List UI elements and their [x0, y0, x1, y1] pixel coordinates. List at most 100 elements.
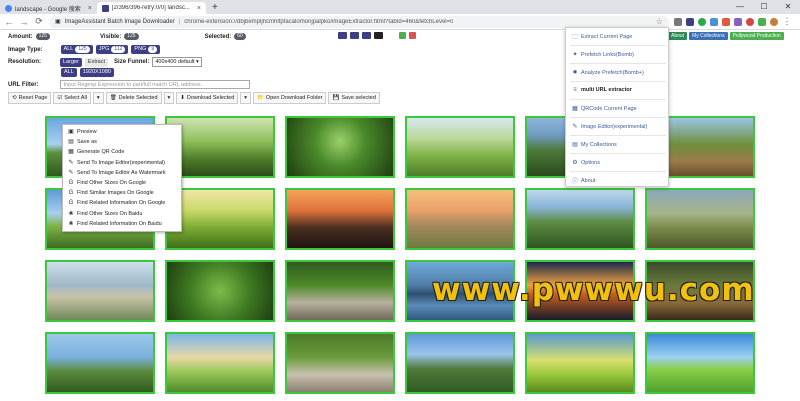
forward-arrow-icon[interactable]: → [19, 17, 29, 27]
my-collections-tab[interactable]: My Collections [689, 32, 728, 40]
image-thumbnail[interactable] [285, 116, 395, 178]
image-thumbnail[interactable] [165, 332, 275, 394]
reset-page-button[interactable]: ⟲ Reset Page [8, 92, 52, 104]
popup-multi-url-label: multi URL extractor [581, 87, 632, 93]
preview-icon: ▣ [68, 129, 74, 135]
type-filter-all-count: 125 [75, 46, 90, 53]
flag-icon[interactable] [338, 32, 347, 39]
close-tab-icon[interactable]: × [197, 5, 201, 12]
extension-icon[interactable] [734, 17, 742, 26]
tab-image-assistant[interactable]: [2/396/396-retry:0/0] landsc... × [96, 2, 206, 14]
close-window-button[interactable]: ✕ [776, 0, 800, 14]
image-thumbnail[interactable] [45, 260, 155, 322]
image-thumbnail[interactable] [405, 188, 515, 250]
type-filter-jpg[interactable]: JPG 112 [95, 45, 129, 54]
ctx-generate-qr-label: Generate QR Code [77, 149, 125, 156]
delete-selected-button[interactable]: 🗑 Delete Selected [105, 92, 162, 104]
save-selected-button[interactable]: 💾 Save selected [328, 92, 380, 104]
popup-options[interactable]: ⚙ Options [572, 159, 600, 167]
grid-view-icon[interactable] [362, 32, 371, 39]
thumbnail-image [167, 118, 273, 176]
open-download-folder-button[interactable]: 📁 Open Download Folder [253, 92, 327, 104]
address-bar[interactable]: ▣ ImageAssistant Batch Image Downloader … [49, 15, 669, 28]
extension-icon[interactable] [698, 17, 706, 26]
list-view-icon[interactable] [350, 32, 359, 39]
image-thumbnail[interactable] [165, 260, 275, 322]
select-all-button[interactable]: ☑ Select All [53, 92, 91, 104]
close-tab-icon[interactable]: × [88, 5, 92, 12]
ctx-send-as-watermark-label: Send To Image Editor As Watermark [77, 169, 166, 176]
maximize-button[interactable]: ☐ [752, 0, 776, 14]
ctx-generate-qr[interactable]: ▦ Generate QR Code [63, 147, 181, 157]
new-tab-button[interactable]: + [206, 2, 224, 14]
image-thumbnail[interactable] [525, 188, 635, 250]
image-thumbnail[interactable] [45, 332, 155, 394]
thumbnail-image [167, 334, 273, 392]
extension-icon[interactable] [674, 17, 682, 26]
type-filter-png[interactable]: PNG 9 [131, 45, 161, 54]
resolution-label: Resolution: [8, 59, 41, 65]
extension-icon[interactable] [722, 17, 730, 26]
popup-multi-url-extractor[interactable]: ≡ multi URL extractor [572, 87, 632, 93]
popup-my-collections[interactable]: ▤ My Collections [572, 141, 617, 149]
image-thumbnail[interactable] [405, 332, 515, 394]
thumbnail-image [167, 190, 273, 248]
popup-analyze-prefetch[interactable]: ✸ Analyze Prefetch(Bomb+) [572, 69, 643, 77]
ctx-preview[interactable]: ▣ Preview [63, 127, 181, 137]
image-thumbnail[interactable] [645, 332, 755, 394]
reload-icon[interactable]: ⟳ [34, 16, 44, 27]
ctx-google-other-sizes[interactable]: G Find Other Sizes On Google [63, 178, 181, 188]
ctx-google-similar[interactable]: G Find Similar Images On Google [63, 188, 181, 198]
image-thumbnail[interactable] [285, 260, 395, 322]
resolution-chip-1920x1080[interactable]: 1920X1080 [79, 68, 114, 77]
popup-about[interactable]: ⓘ About [572, 176, 595, 186]
size-funnel-select[interactable]: 400x400 default ▾ [152, 57, 202, 67]
bookmark-star-icon[interactable]: ☆ [656, 17, 663, 26]
resolution-larger-option[interactable]: Larger [60, 57, 82, 67]
toggle-off-icon[interactable] [409, 32, 416, 39]
profile-avatar[interactable] [770, 17, 778, 26]
resolution-extract-option[interactable]: Extract [84, 57, 109, 67]
url-filter-input[interactable]: Input Regexp Expression to part/full mat… [59, 80, 250, 89]
extension-icon[interactable] [686, 17, 694, 26]
tab-google-search[interactable]: landscape - Google 搜索 × [0, 2, 97, 14]
qr-code-icon: ▦ [68, 149, 74, 156]
image-thumbnail[interactable] [525, 332, 635, 394]
ctx-send-to-editor[interactable]: ✎ Send To Image Editor(experimental) [63, 158, 181, 168]
image-thumbnail[interactable] [285, 188, 395, 250]
image-thumbnail[interactable] [285, 332, 395, 394]
text-size-icon[interactable] [374, 32, 383, 39]
image-context-menu: ▣ Preview ▤ Save as ▦ Generate QR Code ✎ Sen… [62, 124, 182, 233]
pollywood-production-tab[interactable]: Pollywood Production [729, 32, 784, 40]
popup-extract-current-page[interactable]: ⬚ Extract Current Page [572, 33, 632, 41]
thumbnail-image [287, 262, 393, 320]
extension-icon[interactable] [746, 17, 754, 26]
extension-icon[interactable] [758, 17, 766, 26]
ctx-google-related[interactable]: G Find Related Information On Google [63, 198, 181, 208]
info-icon: ⓘ [572, 179, 579, 185]
type-filter-all[interactable]: ALL 125 [60, 45, 93, 54]
popup-image-editor[interactable]: ✎ Image Editor(experimental) [572, 123, 647, 131]
ctx-send-as-watermark[interactable]: ✎ Send To Image Editor As Watermark [63, 168, 181, 178]
download-selected-dropdown[interactable]: ▾ [240, 92, 252, 104]
back-arrow-icon[interactable]: ← [4, 17, 14, 27]
ctx-save-as[interactable]: ▤ Save as [63, 137, 181, 147]
select-all-dropdown[interactable]: ▾ [92, 92, 104, 104]
delete-selected-dropdown[interactable]: ▾ [163, 92, 175, 104]
ctx-baidu-other-sizes[interactable]: ❀ Find Other Sizes On Baidu [63, 209, 181, 219]
extension-icon[interactable] [710, 17, 718, 26]
download-selected-button[interactable]: ⬇ Download Selected [176, 92, 239, 104]
popup-qrcode-current-page[interactable]: ▦ QRCode Current Page [572, 105, 636, 113]
popup-prefetch-links[interactable]: ✦ Prefetch Links(Bomb) [572, 51, 633, 59]
image-thumbnail[interactable] [405, 116, 515, 178]
toggle-on-icon[interactable] [399, 32, 406, 39]
browser-menu-icon[interactable]: ⋮ [782, 16, 792, 27]
ctx-baidu-related[interactable]: ❀ Find Related Information On Baidu [63, 219, 181, 229]
trash-icon: 🗑 [109, 95, 117, 101]
about-tab[interactable]: About [668, 32, 688, 40]
right-tab-bar: About My Collections Pollywood Productio… [668, 32, 784, 40]
resolution-chip-all[interactable]: ALL [61, 68, 77, 77]
url-filter-label: URL Filter: [8, 81, 39, 88]
minimize-button[interactable]: — [728, 0, 752, 14]
image-thumbnail[interactable] [645, 188, 755, 250]
